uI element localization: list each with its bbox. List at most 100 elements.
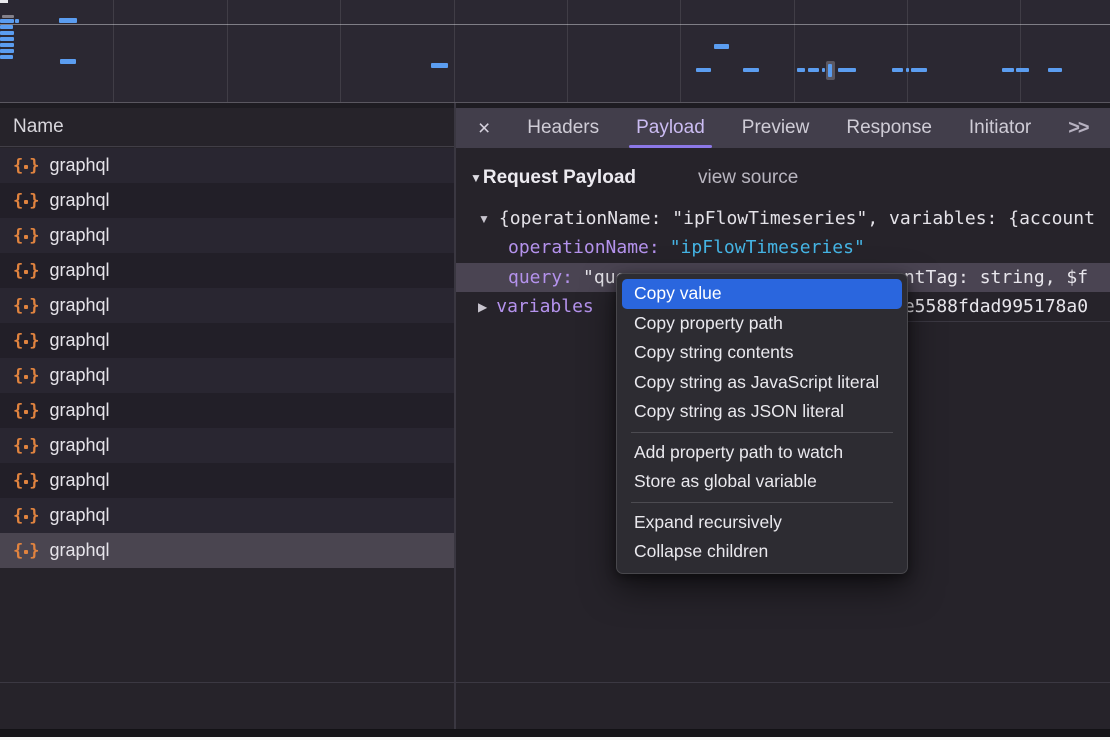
request-timing-bar [696,68,711,72]
tab-preview[interactable]: Preview [742,108,810,148]
tab-payload[interactable]: Payload [636,108,705,148]
overview-mark [2,15,14,18]
property-value: "ipFlowTimeseries" [670,237,865,258]
request-timing-bar [828,64,832,77]
expand-triangle-icon[interactable]: ▼ [478,212,490,226]
menu-separator [631,432,893,433]
request-name: graphql [50,365,110,386]
json-icon: {} [13,506,39,526]
menu-item-collapse-children[interactable]: Collapse children [622,537,902,567]
request-name: graphql [50,400,110,421]
overview-gridline [340,0,341,102]
overview-gridline [1020,0,1021,102]
property-value-right: untTag: string, $f [893,263,1088,292]
collapse-triangle-icon[interactable]: ▼ [470,171,482,185]
request-name: graphql [50,225,110,246]
request-list: {} graphql {} graphql {} graphql {} graphql {} gr… [0,148,454,568]
request-timing-bar [1002,68,1014,72]
overview-gridline [567,0,568,102]
request-row[interactable]: {}graphql [0,183,454,218]
overview-gridline [454,0,455,102]
request-timing-bar [0,37,14,41]
pane-divider[interactable] [454,103,456,729]
request-row[interactable]: {} graphql [0,218,454,253]
request-row[interactable]: {}graphql [0,498,454,533]
overview-gridline [227,0,228,102]
json-icon: {} [13,366,39,386]
payload-summary-text: {operationName: "ipFlowTimeseries", vari… [499,208,1095,229]
request-timing-bar [822,68,825,72]
request-name: graphql [50,190,110,211]
property-value-right: ee5588fdad995178a0 [893,292,1088,321]
view-source-link[interactable]: view source [698,167,798,189]
request-timing-bar [797,68,805,72]
request-name: graphql [50,155,110,176]
request-timing-bar [15,19,19,23]
request-name: graphql [50,295,110,316]
payload-root-row[interactable]: ▼ {operationName: "ipFlowTimeseries", va… [456,204,1110,233]
json-icon: {} [13,331,39,351]
tab-response[interactable]: Response [846,108,932,148]
expand-triangle-icon[interactable]: ▶ [478,300,487,314]
request-row[interactable]: {}graphql [0,393,454,428]
json-icon: {} [13,296,39,316]
network-overview[interactable] [0,0,1110,103]
request-row[interactable]: {} graphql [0,288,454,323]
menu-item-copy-string-contents[interactable]: Copy string contents [622,338,902,368]
overview-mark [0,0,8,3]
overview-gridline [794,0,795,102]
close-icon[interactable]: × [478,118,490,139]
request-row[interactable]: {}graphql [0,253,454,288]
request-timing-bar [0,49,14,53]
json-icon: {} [13,436,39,456]
request-timing-bar [431,63,448,68]
request-timing-bar [60,59,76,64]
request-name: graphql [50,540,110,561]
menu-item-expand-recursively[interactable]: Expand recursively [622,508,902,538]
request-row[interactable]: {}graphql [0,428,454,463]
tab-initiator[interactable]: Initiator [969,108,1031,148]
request-timing-bar [1048,68,1062,72]
menu-item-add-property-path-to-watch[interactable]: Add property path to watch [622,438,902,468]
overview-gridline [113,0,114,102]
request-timing-bar [892,68,903,72]
overview-ruler-line [0,24,1110,25]
menu-separator [631,502,893,503]
menu-item-copy-string-as-json-literal[interactable]: Copy string as JSON literal [622,397,902,427]
json-icon: {} [13,261,39,281]
more-tabs-icon[interactable]: >> [1068,117,1087,140]
request-timing-bar [714,44,729,49]
name-column-header[interactable]: Name [0,108,454,147]
menu-item-copy-value[interactable]: Copy value [622,279,902,309]
request-timing-bar [0,55,13,59]
json-icon: {} [13,156,39,176]
request-name: graphql [50,470,110,491]
menu-item-copy-property-path[interactable]: Copy property path [622,309,902,339]
menu-item-copy-string-as-javascript-literal[interactable]: Copy string as JavaScript literal [622,368,902,398]
overview-gridline [907,0,908,102]
devtools-network-panel: Name {}graphql{}graphql{}graphql{}graphq… [0,0,1110,740]
name-column-label: Name [13,116,64,138]
request-timing-bar [808,68,819,72]
request-row[interactable]: {} graphql [0,533,454,568]
property-key: variables [496,296,594,317]
operation-name-row[interactable]: operationName: "ipFlowTimeseries" [456,233,1110,262]
menu-item-store-as-global-variable[interactable]: Store as global variable [622,467,902,497]
request-timing-bar [743,68,759,72]
request-row[interactable]: {}graphql [0,323,454,358]
request-timing-bar [838,68,856,72]
request-row[interactable]: {} graphql [0,148,454,183]
request-timing-bar [911,68,927,72]
property-key: query: [508,267,573,288]
request-timing-bar [0,19,14,23]
request-row[interactable]: {} graphql [0,463,454,498]
request-row[interactable]: {} graphql [0,358,454,393]
request-timing-bar [1016,68,1029,72]
overview-gridline [680,0,681,102]
request-timing-bar [0,31,14,35]
request-timing-bar [59,18,77,23]
tab-headers[interactable]: Headers [527,108,599,148]
json-icon: {} [13,226,39,246]
json-icon: {} [13,541,39,561]
json-icon: {} [13,471,39,491]
